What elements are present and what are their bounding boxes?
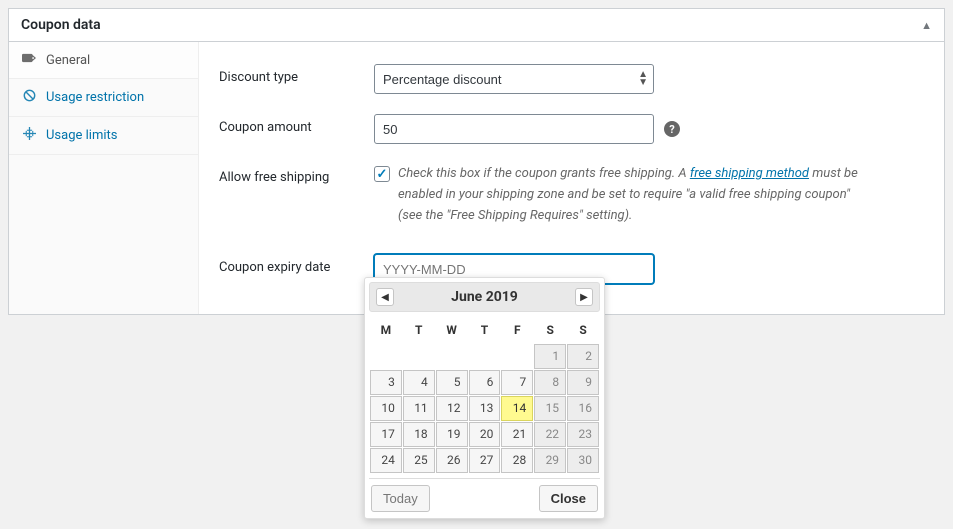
coupon-data-panel: Coupon data ▲ General Usage restriction	[8, 8, 945, 315]
datepicker-day[interactable]: 22	[534, 422, 566, 447]
datepicker-day[interactable]: 21	[501, 422, 533, 447]
datepicker-header: ◀ June 2019 ▶	[369, 282, 600, 312]
row-coupon-amount: Coupon amount ?	[219, 104, 924, 154]
datepicker-dow: S	[534, 317, 566, 343]
tab-content-general: Discount type Percentage discount ▲▼ Cou…	[199, 42, 944, 314]
datepicker-day[interactable]: 13	[469, 396, 501, 421]
limits-icon	[21, 127, 37, 144]
datepicker-day[interactable]: 4	[403, 370, 435, 395]
datepicker-day[interactable]: 18	[403, 422, 435, 447]
datepicker-title: June 2019	[451, 289, 518, 305]
datepicker-day[interactable]: 24	[370, 448, 402, 473]
datepicker-day[interactable]: 28	[501, 448, 533, 473]
row-discount-type: Discount type Percentage discount ▲▼	[219, 54, 924, 104]
datepicker-dow: M	[370, 317, 402, 343]
datepicker-day[interactable]: 20	[469, 422, 501, 447]
datepicker-day[interactable]: 6	[469, 370, 501, 395]
datepicker-dow: T	[469, 317, 501, 343]
datepicker-day[interactable]: 27	[469, 448, 501, 473]
label-discount-type: Discount type	[219, 64, 374, 85]
datepicker-day[interactable]: 5	[436, 370, 468, 395]
panel-header: Coupon data ▲	[9, 9, 944, 42]
datepicker-day[interactable]: 11	[403, 396, 435, 421]
datepicker-day[interactable]: 19	[436, 422, 468, 447]
datepicker-day[interactable]: 2	[567, 344, 599, 369]
datepicker-dow: F	[501, 317, 533, 343]
datepicker-day[interactable]: 25	[403, 448, 435, 473]
datepicker-footer: Today Close	[369, 478, 600, 514]
tab-usage-limits[interactable]: Usage limits	[9, 117, 198, 155]
datepicker-prev-button[interactable]: ◀	[376, 288, 394, 306]
datepicker-day[interactable]: 26	[436, 448, 468, 473]
datepicker-close-button[interactable]: Close	[539, 485, 598, 512]
datepicker-day[interactable]: 10	[370, 396, 402, 421]
label-expiry-date: Coupon expiry date	[219, 254, 374, 275]
collapse-toggle-icon[interactable]: ▲	[921, 19, 932, 32]
datepicker-dow: W	[436, 317, 468, 343]
tab-label: General	[46, 53, 90, 68]
datepicker-day[interactable]: 9	[567, 370, 599, 395]
datepicker-day[interactable]: 29	[534, 448, 566, 473]
row-free-shipping: Allow free shipping Check this box if th…	[219, 154, 924, 236]
coupon-amount-input[interactable]	[374, 114, 654, 144]
datepicker-dow: S	[567, 317, 599, 343]
datepicker-day[interactable]: 8	[534, 370, 566, 395]
free-shipping-description: Check this box if the coupon grants free…	[398, 164, 874, 226]
datepicker-day[interactable]: 30	[567, 448, 599, 473]
discount-type-select[interactable]: Percentage discount	[374, 64, 654, 94]
datepicker-day[interactable]: 23	[567, 422, 599, 447]
datepicker-popup: ◀ June 2019 ▶ MTWTFSS 123456789101112131…	[364, 277, 605, 519]
datepicker-grid: MTWTFSS 12345678910111213141516171819202…	[369, 316, 600, 474]
datepicker-today-button[interactable]: Today	[371, 485, 430, 512]
tab-label: Usage restriction	[46, 90, 144, 105]
help-icon[interactable]: ?	[664, 121, 680, 137]
datepicker-day[interactable]: 15	[534, 396, 566, 421]
datepicker-day[interactable]: 17	[370, 422, 402, 447]
datepicker-day[interactable]: 16	[567, 396, 599, 421]
tabs-sidebar: General Usage restriction Usage limits	[9, 42, 199, 314]
panel-title: Coupon data	[21, 17, 101, 33]
ban-icon	[21, 89, 37, 106]
free-shipping-checkbox[interactable]	[374, 166, 390, 182]
free-shipping-method-link[interactable]: free shipping method	[690, 166, 809, 181]
label-free-shipping: Allow free shipping	[219, 164, 374, 185]
datepicker-dow: T	[403, 317, 435, 343]
label-coupon-amount: Coupon amount	[219, 114, 374, 135]
desc-text-pre: Check this box if the coupon grants free…	[398, 166, 690, 181]
datepicker-day[interactable]: 12	[436, 396, 468, 421]
tag-icon	[21, 52, 37, 68]
tab-label: Usage limits	[46, 128, 117, 143]
tab-general[interactable]: General	[9, 42, 198, 79]
datepicker-day[interactable]: 1	[534, 344, 566, 369]
datepicker-day[interactable]: 3	[370, 370, 402, 395]
tab-usage-restriction[interactable]: Usage restriction	[9, 79, 198, 117]
datepicker-day[interactable]: 7	[501, 370, 533, 395]
panel-body: General Usage restriction Usage limits D…	[9, 42, 944, 314]
datepicker-day[interactable]: 14	[501, 396, 533, 421]
datepicker-next-button[interactable]: ▶	[575, 288, 593, 306]
